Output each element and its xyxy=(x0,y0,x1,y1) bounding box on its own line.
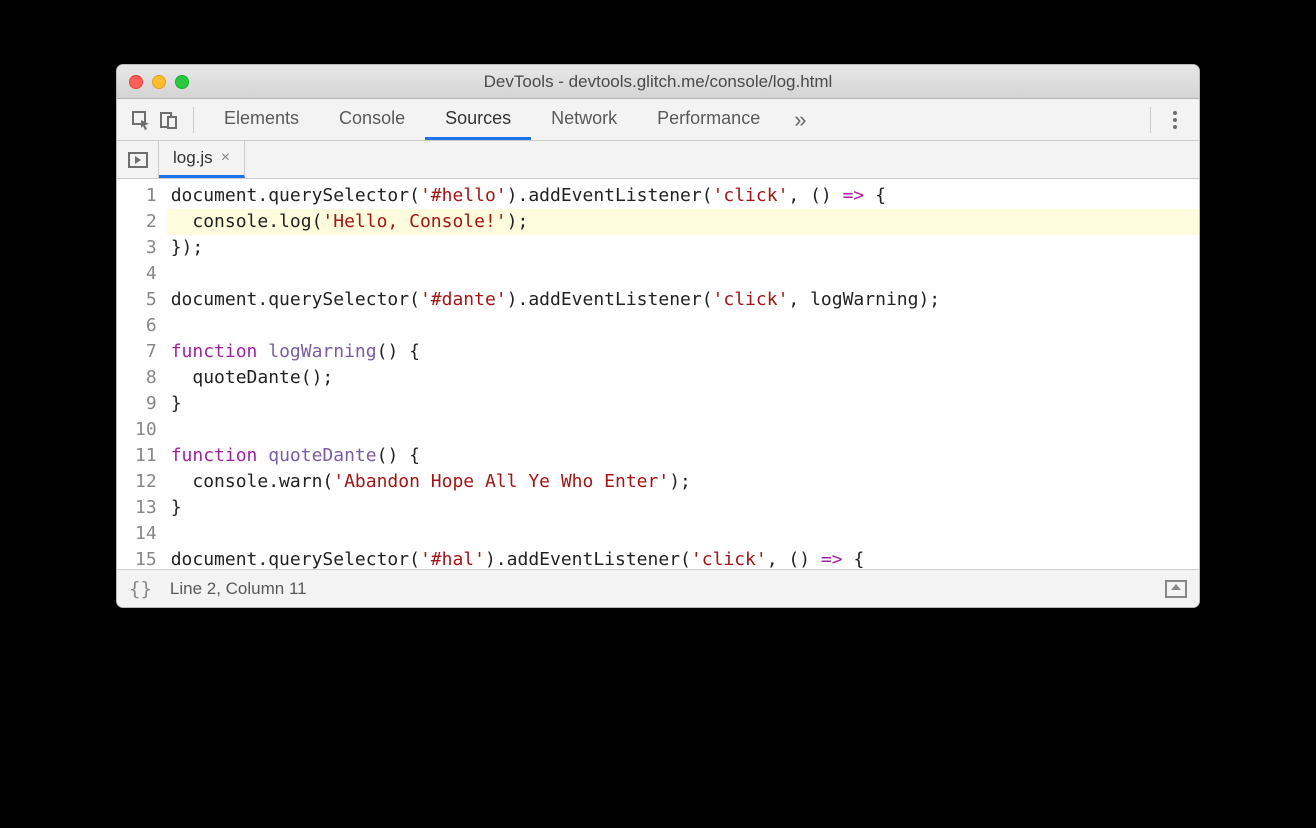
line-number[interactable]: 7 xyxy=(135,339,157,365)
window-title: DevTools - devtools.glitch.me/console/lo… xyxy=(117,72,1199,92)
more-tabs-button[interactable]: » xyxy=(780,107,820,133)
code-line[interactable]: } xyxy=(167,495,1199,521)
line-number[interactable]: 11 xyxy=(135,443,157,469)
code-editor[interactable]: 123456789101112131415 document.querySele… xyxy=(117,179,1199,569)
tab-sources[interactable]: Sources xyxy=(425,99,531,140)
code-line[interactable]: document.querySelector('#hal').addEventL… xyxy=(167,547,1199,569)
window-controls xyxy=(117,75,189,89)
line-number[interactable]: 12 xyxy=(135,469,157,495)
line-number[interactable]: 2 xyxy=(135,209,157,235)
line-number[interactable]: 13 xyxy=(135,495,157,521)
code-line[interactable] xyxy=(167,521,1199,547)
line-number[interactable]: 3 xyxy=(135,235,157,261)
code-line[interactable]: function logWarning() { xyxy=(167,339,1199,365)
close-file-tab-icon[interactable]: × xyxy=(221,149,230,167)
code-line[interactable] xyxy=(167,417,1199,443)
line-number[interactable]: 15 xyxy=(135,547,157,569)
code-line[interactable] xyxy=(167,313,1199,339)
devtools-window: DevTools - devtools.glitch.me/console/lo… xyxy=(116,64,1200,608)
code-line[interactable]: } xyxy=(167,391,1199,417)
close-window-button[interactable] xyxy=(129,75,143,89)
toolbar-divider xyxy=(193,107,194,133)
toolbar-divider xyxy=(1150,107,1151,133)
devtools-toolbar: ElementsConsoleSourcesNetworkPerformance… xyxy=(117,99,1199,141)
code-line[interactable]: document.querySelector('#hello').addEven… xyxy=(167,183,1199,209)
code-line[interactable] xyxy=(167,261,1199,287)
tab-network[interactable]: Network xyxy=(531,99,637,140)
code-line[interactable]: quoteDante(); xyxy=(167,365,1199,391)
line-number[interactable]: 5 xyxy=(135,287,157,313)
line-number[interactable]: 14 xyxy=(135,521,157,547)
device-toolbar-icon[interactable] xyxy=(155,106,183,134)
zoom-window-button[interactable] xyxy=(175,75,189,89)
navigator-toggle-icon[interactable] xyxy=(117,141,159,178)
settings-menu-icon[interactable] xyxy=(1161,106,1189,134)
panel-tabs: ElementsConsoleSourcesNetworkPerformance xyxy=(204,99,780,140)
line-number-gutter: 123456789101112131415 xyxy=(117,179,167,569)
line-number[interactable]: 8 xyxy=(135,365,157,391)
cursor-position: Line 2, Column 11 xyxy=(170,579,307,599)
code-line[interactable]: function quoteDante() { xyxy=(167,443,1199,469)
tab-elements[interactable]: Elements xyxy=(204,99,319,140)
code-content[interactable]: document.querySelector('#hello').addEven… xyxy=(167,179,1199,569)
status-bar: {} Line 2, Column 11 xyxy=(117,569,1199,607)
sources-subbar: log.js × xyxy=(117,141,1199,179)
code-line[interactable]: document.querySelector('#dante').addEven… xyxy=(167,287,1199,313)
file-tab-log-js[interactable]: log.js × xyxy=(159,141,245,178)
window-titlebar: DevTools - devtools.glitch.me/console/lo… xyxy=(117,65,1199,99)
minimize-window-button[interactable] xyxy=(152,75,166,89)
tab-console[interactable]: Console xyxy=(319,99,425,140)
line-number[interactable]: 6 xyxy=(135,313,157,339)
line-number[interactable]: 9 xyxy=(135,391,157,417)
line-number[interactable]: 4 xyxy=(135,261,157,287)
tab-performance[interactable]: Performance xyxy=(637,99,780,140)
file-tab-label: log.js xyxy=(173,148,213,168)
pretty-print-icon[interactable]: {} xyxy=(129,578,152,600)
code-line[interactable]: console.warn('Abandon Hope All Ye Who En… xyxy=(167,469,1199,495)
toggle-drawer-icon[interactable] xyxy=(1165,580,1187,598)
line-number[interactable]: 1 xyxy=(135,183,157,209)
code-line[interactable]: }); xyxy=(167,235,1199,261)
inspect-element-icon[interactable] xyxy=(127,106,155,134)
code-line[interactable]: console.log('Hello, Console!'); xyxy=(167,209,1199,235)
line-number[interactable]: 10 xyxy=(135,417,157,443)
